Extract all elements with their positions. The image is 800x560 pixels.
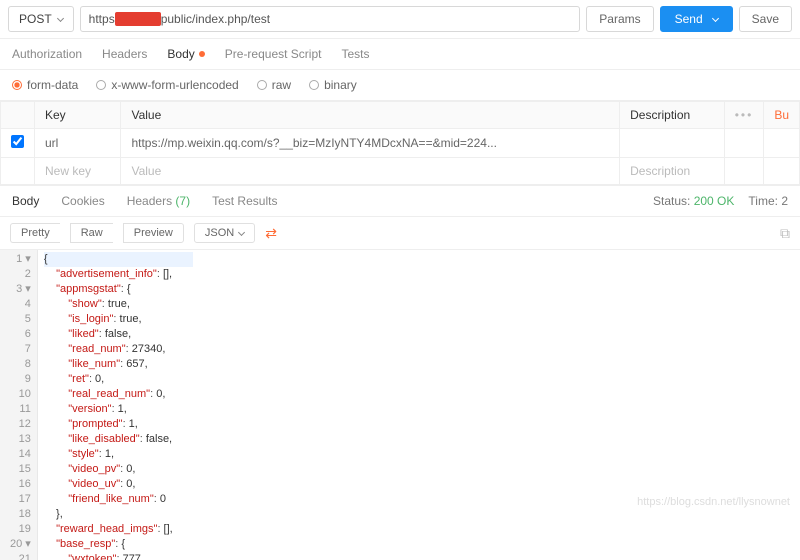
view-raw[interactable]: Raw: [70, 223, 113, 243]
more-icon: •••: [735, 108, 754, 122]
radio-urlencoded[interactable]: x-www-form-urlencoded: [96, 78, 238, 92]
radio-form-data[interactable]: form-data: [12, 78, 78, 92]
row-checkbox[interactable]: [11, 135, 24, 148]
view-preview[interactable]: Preview: [123, 223, 184, 243]
copy-icon[interactable]: ⧉: [780, 225, 790, 242]
method-dropdown[interactable]: POST: [8, 6, 74, 32]
body-type-selector: form-data x-www-form-urlencoded raw bina…: [0, 70, 800, 101]
form-data-table: Key Value Description ••• Bu url https:/…: [0, 101, 800, 185]
column-header-value: Value: [121, 102, 620, 129]
tab-prerequest[interactable]: Pre-request Script: [225, 47, 322, 61]
radio-binary[interactable]: binary: [309, 78, 357, 92]
column-header-key: Key: [35, 102, 121, 129]
table-row: url https://mp.weixin.qq.com/s?__biz=MzI…: [1, 129, 800, 158]
resp-tab-tests[interactable]: Test Results: [212, 194, 277, 208]
chevron-down-icon: [238, 228, 245, 235]
request-top-bar: POST httpsxxxxxxxpublic/index.php/test P…: [0, 0, 800, 39]
format-dropdown[interactable]: JSON: [194, 223, 255, 243]
radio-icon: [12, 80, 22, 90]
placeholder-value[interactable]: Value: [121, 158, 620, 185]
url-input[interactable]: httpsxxxxxxxpublic/index.php/test: [80, 6, 581, 32]
placeholder-key[interactable]: New key: [35, 158, 121, 185]
time-label: Time: 2: [748, 194, 788, 208]
cell-key[interactable]: url: [35, 129, 121, 158]
response-tabs: Body Cookies Headers (7) Test Results St…: [0, 185, 800, 217]
tab-authorization[interactable]: Authorization: [12, 47, 82, 61]
dot-indicator-icon: [199, 51, 205, 57]
tab-body[interactable]: Body: [167, 47, 204, 61]
send-button[interactable]: Send: [660, 6, 733, 32]
cell-value[interactable]: https://mp.weixin.qq.com/s?__biz=MzIyNTY…: [121, 129, 620, 158]
view-pretty[interactable]: Pretty: [10, 223, 60, 243]
table-row-new: New key Value Description: [1, 158, 800, 185]
placeholder-desc[interactable]: Description: [620, 158, 725, 185]
checkbox-header: [1, 102, 35, 129]
redacted-segment: xxxxxxx: [115, 12, 161, 26]
column-header-desc: Description: [620, 102, 725, 129]
chevron-down-icon: [57, 14, 64, 21]
tab-tests[interactable]: Tests: [341, 47, 369, 61]
resp-tab-headers[interactable]: Headers (7): [127, 194, 190, 208]
view-mode-bar: Pretty Raw Preview JSON ⇄ ⧉: [0, 217, 800, 250]
chevron-down-icon: [712, 14, 719, 21]
wrap-lines-icon[interactable]: ⇄: [265, 225, 277, 242]
resp-tab-cookies[interactable]: Cookies: [61, 194, 104, 208]
resp-tab-body[interactable]: Body: [12, 194, 39, 208]
radio-icon: [309, 80, 319, 90]
tab-headers[interactable]: Headers: [102, 47, 147, 61]
status-label: Status: 200 OK: [653, 194, 734, 208]
params-button[interactable]: Params: [586, 6, 653, 32]
column-header-more[interactable]: •••: [724, 102, 764, 129]
save-button[interactable]: Save: [739, 6, 792, 32]
radio-raw[interactable]: raw: [257, 78, 291, 92]
bulk-edit-link[interactable]: Bu: [764, 102, 800, 129]
cell-desc[interactable]: [620, 129, 725, 158]
radio-icon: [257, 80, 267, 90]
method-label: POST: [19, 12, 52, 26]
watermark: https://blog.csdn.net/llysnownet: [637, 496, 790, 508]
radio-icon: [96, 80, 106, 90]
request-tabs: Authorization Headers Body Pre-request S…: [0, 39, 800, 70]
